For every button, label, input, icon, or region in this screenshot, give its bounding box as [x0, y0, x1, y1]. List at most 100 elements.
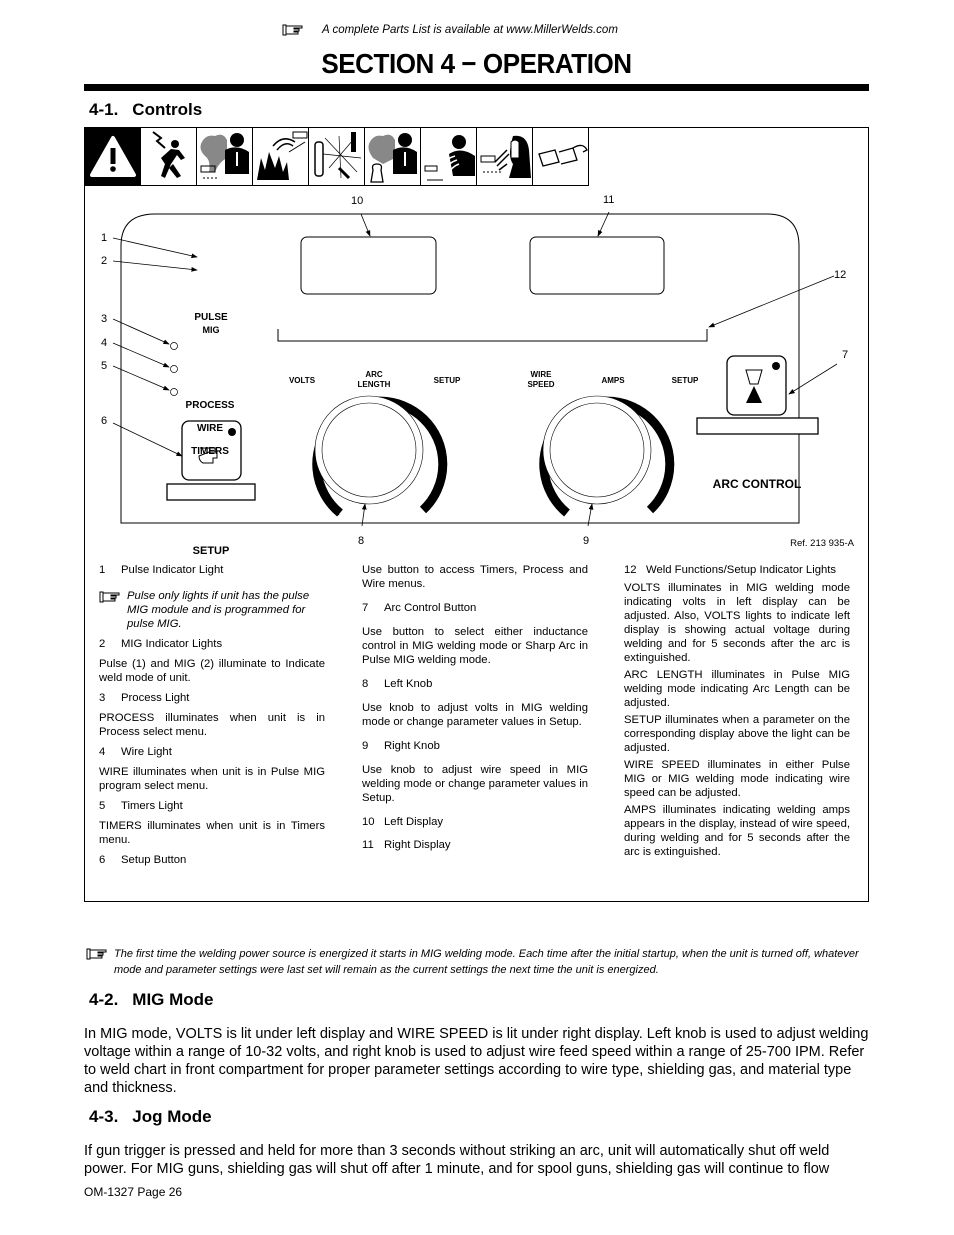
callout-5: 5	[101, 360, 108, 372]
callout-6: 6	[101, 415, 108, 427]
heading-text: Controls	[132, 100, 203, 119]
callout-8: 8	[358, 535, 365, 547]
description-column-1: 1 Pulse Indicator Light Pulse only lights…	[99, 563, 325, 873]
item-4-text: WIRE illuminates when unit is in Pulse M…	[99, 766, 325, 792]
func-arc-length: ARC LENGTH	[358, 370, 391, 389]
safety-glasses-icon	[533, 128, 589, 186]
item-5: 5 Timers Light	[99, 800, 183, 812]
func-volts: VOLTS	[289, 376, 316, 385]
electric-shock-icon	[141, 128, 197, 186]
leader-10	[360, 213, 371, 237]
warning-triangle-icon	[85, 128, 141, 186]
func-amps: AMPS	[601, 376, 625, 385]
leader-12	[708, 275, 835, 328]
arc-length-text: ARC LENGTH illuminates in Pulse MIG weld…	[624, 669, 850, 709]
left-knob-drawing	[312, 395, 448, 517]
description-column-2: Use button to access Timers, Process and…	[362, 563, 588, 858]
item-1: 1 Pulse Indicator Light	[99, 564, 224, 576]
leader-1	[112, 237, 198, 259]
arc-control-button-drawing	[696, 355, 819, 435]
item-12: 12 Weld Functions/Setup Indicator Lights	[624, 564, 837, 576]
left-display	[300, 236, 437, 295]
heading-number: 4-1.	[89, 100, 119, 119]
jog-mode-body: If gun trigger is pressed and held for m…	[84, 1143, 830, 1177]
pulse-note: Pulse only lights if unit has the pulse …	[99, 589, 325, 631]
amps-text: AMPS illuminates indicating welding amps…	[624, 804, 850, 858]
item-10: 10 Left Display	[362, 816, 444, 828]
callout-1: 1	[101, 232, 108, 244]
callout-2: 2	[101, 255, 108, 267]
item-9: 9 Right Knob	[362, 740, 440, 752]
item-8: 8 Left Knob	[362, 678, 433, 690]
hazard-strip	[85, 128, 589, 186]
cylinder-explosion-icon	[309, 128, 365, 186]
callout-3: 3	[101, 313, 108, 325]
callout-9: 9	[583, 535, 590, 547]
fumes-gases-icon	[197, 128, 253, 186]
item-6: 6 Setup Button	[99, 854, 187, 866]
leader-11	[597, 211, 610, 237]
wire-led	[170, 365, 178, 373]
heading-mig-mode: 4-2. MIG Mode	[89, 990, 214, 1010]
item-4: 4 Wire Light	[99, 746, 172, 758]
volts-text: VOLTS illuminates in MIG welding mode in…	[624, 582, 850, 664]
arc-rays-icon	[421, 128, 477, 186]
func-wire-speed: WIRE SPEED	[527, 370, 554, 389]
item-2: 2 MIG Indicator Lights	[99, 638, 223, 650]
fire-explosion-icon	[253, 128, 309, 186]
right-display	[529, 236, 665, 295]
hot-parts-face-shield-icon	[477, 128, 533, 186]
callout-10: 10	[351, 195, 364, 207]
item-3-text: PROCESS illuminates when unit is in Proc…	[99, 712, 325, 738]
parts-list-note: A complete Parts List is available at ww…	[282, 19, 618, 41]
callout-12: 12	[834, 269, 847, 281]
item-9-text: Use knob to adjust wire speed in MIG wel…	[362, 764, 588, 804]
item-8-text: Use knob to adjust volts in MIG welding …	[362, 702, 588, 728]
heading-text: Jog Mode	[132, 1107, 212, 1126]
func-setup-left: SETUP	[434, 376, 461, 385]
page-number: OM-1327 Page 26	[84, 1185, 183, 1199]
pointing-hand-icon	[282, 24, 303, 36]
mig-label: MIG	[203, 325, 220, 335]
arc-control-label: ARC CONTROL	[713, 477, 802, 491]
leader-7	[788, 363, 838, 395]
startup-note: The first time the welding power source …	[86, 946, 871, 978]
description-column-3: 12 Weld Functions/Setup Indicator Lights …	[624, 563, 850, 865]
setup-button-label: SETUP	[193, 545, 230, 557]
pointing-hand-icon	[86, 948, 107, 960]
process-label: PROCESS	[186, 400, 235, 411]
heading-controls: 4-1. Controls	[89, 100, 202, 120]
callout-7: 7	[842, 349, 849, 361]
func-setup-right: SETUP	[672, 376, 699, 385]
process-led	[170, 342, 178, 350]
parts-list-text: A complete Parts List is available at ww…	[322, 24, 618, 36]
timers-led	[170, 388, 178, 396]
setup-text: SETUP illuminates when a parameter on th…	[624, 714, 850, 754]
pointing-hand-icon	[99, 591, 120, 603]
leader-2	[112, 260, 198, 272]
controls-figure: PULSE MIG PROCESS WIRE TIMERS SETUP ARC …	[84, 127, 869, 902]
wire-speed-text: WIRE SPEED illuminates in either Pulse M…	[624, 759, 850, 799]
item-3: 3 Process Light	[99, 692, 190, 704]
title-rule	[84, 84, 869, 91]
function-bracket	[277, 329, 708, 342]
leader-6	[112, 422, 183, 457]
callout-4: 4	[101, 337, 108, 349]
item-6-text: Use button to access Timers, Process and…	[362, 564, 588, 590]
timers-label: TIMERS	[191, 446, 229, 457]
heading-number: 4-3.	[89, 1107, 119, 1126]
section-title: SECTION 4 − OPERATION	[321, 48, 632, 79]
heading-jog-mode: 4-3. Jog Mode	[89, 1107, 212, 1127]
mig-mode-body: In MIG mode, VOLTS is lit under left dis…	[84, 1026, 869, 1096]
pulse-label: PULSE	[194, 312, 228, 323]
callout-11: 11	[603, 194, 615, 206]
control-panel-drawing: PULSE MIG PROCESS WIRE TIMERS SETUP ARC …	[112, 211, 838, 557]
item-7: 7 Arc Control Button	[362, 602, 477, 614]
item-7-text: Use button to select either inductance c…	[362, 626, 588, 666]
gas-breathing-icon	[365, 128, 421, 186]
wire-label: WIRE	[197, 423, 223, 434]
heading-number: 4-2.	[89, 990, 119, 1009]
item-5-text: TIMERS illuminates when unit is in Timer…	[99, 820, 325, 846]
item-2-text: Pulse (1) and MIG (2) illuminate to Indi…	[99, 658, 325, 684]
item-11: 11 Right Display	[362, 839, 451, 851]
